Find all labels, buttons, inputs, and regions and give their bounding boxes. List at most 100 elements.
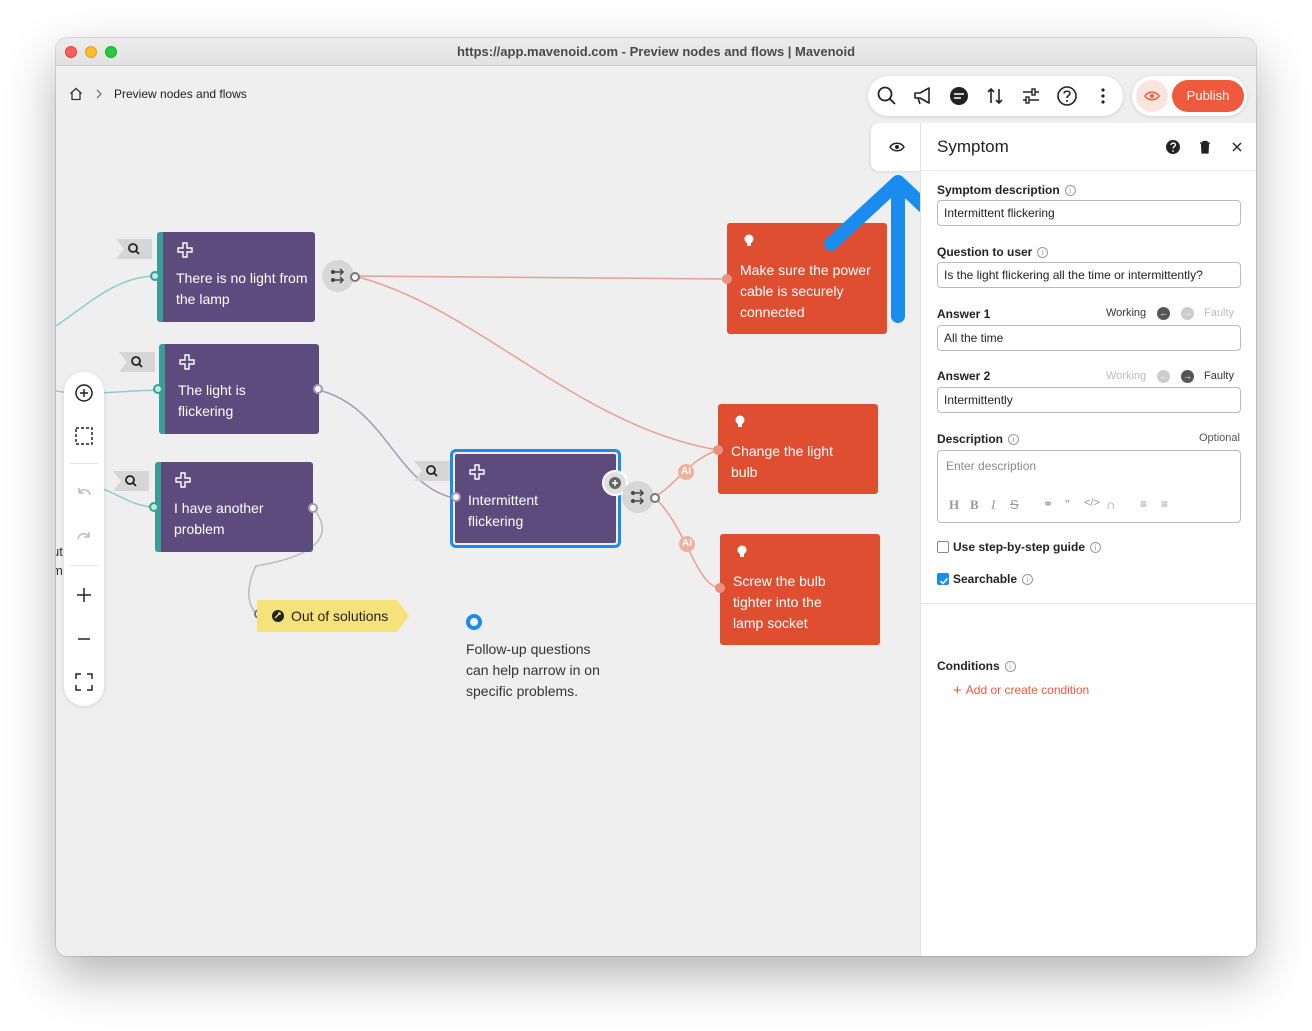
help-icon[interactable] bbox=[1056, 85, 1078, 107]
trash-icon[interactable] bbox=[1197, 139, 1213, 155]
cut-text: ut m bbox=[56, 544, 63, 578]
eye-icon bbox=[889, 142, 905, 152]
out-of-solutions-label: Out of solutions bbox=[291, 608, 389, 624]
description-placeholder: Enter description bbox=[946, 459, 1037, 473]
megaphone-icon[interactable] bbox=[912, 85, 934, 107]
hint-marker[interactable] bbox=[466, 614, 482, 630]
close-icon[interactable] bbox=[1229, 139, 1245, 155]
info-icon[interactable]: i bbox=[1022, 574, 1034, 585]
preview-toggle-tab[interactable] bbox=[871, 123, 920, 171]
question-input[interactable] bbox=[937, 262, 1241, 288]
numbered-list-icon[interactable]: ≡ bbox=[1161, 497, 1168, 511]
symptom-icon bbox=[175, 472, 191, 488]
info-icon[interactable]: i bbox=[1037, 247, 1049, 258]
input-port[interactable] bbox=[150, 271, 160, 281]
help-icon[interactable] bbox=[1165, 139, 1181, 155]
output-port[interactable] bbox=[650, 493, 660, 503]
browser-window: https://app.mavenoid.com - Preview nodes… bbox=[56, 38, 1256, 956]
undo-icon[interactable] bbox=[74, 484, 94, 504]
search-tag-icon[interactable] bbox=[119, 352, 155, 372]
heading-format-icon[interactable]: H bbox=[949, 497, 959, 513]
add-condition-link[interactable]: + Add or create condition bbox=[953, 682, 1089, 699]
select-area-icon[interactable] bbox=[74, 426, 94, 446]
description-editor[interactable]: Enter description H B I S ⚭ ” </> ∩ ≡ ≡ bbox=[937, 450, 1241, 523]
code-format-icon[interactable]: </> bbox=[1084, 497, 1100, 509]
symptom-node[interactable]: The light is flickering bbox=[159, 344, 319, 434]
quote-format-icon[interactable]: ” bbox=[1065, 497, 1069, 512]
searchable-checkbox[interactable] bbox=[937, 573, 949, 585]
conditions-label: Conditions i bbox=[937, 659, 1016, 673]
description-label: Description i bbox=[937, 432, 1020, 446]
answer1-working-label: Working bbox=[1106, 307, 1147, 319]
publish-group: Publish bbox=[1132, 76, 1247, 116]
symptom-icon bbox=[469, 464, 485, 480]
canvas-controls bbox=[64, 372, 104, 706]
symptom-panel: Symptom Symptom descriptioni Question to… bbox=[920, 123, 1256, 956]
lightbulb-icon bbox=[735, 415, 745, 427]
bullet-list-icon[interactable]: ≡ bbox=[1140, 497, 1147, 511]
symptom-description-label: Symptom description i bbox=[937, 183, 1076, 197]
search-tag-icon[interactable] bbox=[414, 461, 450, 481]
more-icon[interactable] bbox=[1092, 85, 1114, 107]
redo-icon[interactable] bbox=[74, 528, 94, 548]
symptom-node-selected[interactable]: Intermittent flickering bbox=[455, 454, 616, 543]
answer2-label: Answer 2 bbox=[937, 369, 991, 383]
search-tag-icon[interactable] bbox=[113, 471, 149, 491]
panel-title: Symptom bbox=[937, 137, 1009, 156]
attachment-format-icon[interactable]: ∩ bbox=[1106, 497, 1115, 512]
preview-button[interactable] bbox=[1136, 80, 1168, 112]
ai-badge: AI bbox=[678, 464, 694, 480]
add-node-icon[interactable] bbox=[74, 383, 94, 403]
hint-text: Follow-up questions can help narrow in o… bbox=[466, 641, 600, 699]
question-label: Question to user i bbox=[937, 245, 1049, 259]
info-icon[interactable]: i bbox=[1090, 542, 1102, 553]
symptom-node[interactable]: I have another problem bbox=[155, 462, 313, 552]
step-by-step-label: Use step-by-step guide i bbox=[953, 540, 1102, 554]
answer1-input[interactable] bbox=[937, 325, 1241, 351]
input-port[interactable] bbox=[722, 274, 732, 284]
strikethrough-format-icon[interactable]: S bbox=[1010, 497, 1019, 512]
zoom-out-icon[interactable] bbox=[74, 629, 94, 649]
output-port[interactable] bbox=[313, 384, 323, 394]
symptom-icon bbox=[179, 354, 195, 370]
info-icon[interactable]: i bbox=[1004, 661, 1016, 672]
answer1-faulty-label: Faulty bbox=[1204, 307, 1234, 319]
input-port[interactable] bbox=[153, 384, 163, 394]
info-icon[interactable]: i bbox=[1064, 185, 1076, 196]
input-port[interactable] bbox=[451, 492, 461, 502]
step-by-step-checkbox[interactable] bbox=[937, 541, 949, 553]
info-icon[interactable]: i bbox=[1008, 434, 1020, 445]
sort-icon[interactable] bbox=[984, 85, 1006, 107]
output-port[interactable] bbox=[308, 503, 318, 513]
output-port[interactable] bbox=[350, 272, 360, 282]
flow-canvas[interactable]: Preview nodes and flows ut m There is no… bbox=[56, 66, 920, 956]
chat-icon[interactable] bbox=[948, 85, 970, 107]
input-port[interactable] bbox=[149, 502, 159, 512]
fit-view-icon[interactable] bbox=[74, 672, 94, 692]
arrow-right-icon[interactable]: → bbox=[1181, 370, 1194, 383]
solution-node[interactable]: Screw the bulb tighter into the lamp soc… bbox=[720, 534, 880, 645]
solution-node[interactable]: Make sure the power cable is securely co… bbox=[727, 223, 887, 334]
symptom-node[interactable]: There is no light from the lamp bbox=[157, 232, 315, 322]
symptom-description-input[interactable] bbox=[937, 200, 1241, 226]
bold-format-icon[interactable]: B bbox=[970, 497, 979, 513]
lightbulb-icon bbox=[744, 234, 754, 246]
input-port[interactable] bbox=[713, 445, 723, 455]
arrow-left-icon[interactable]: ← bbox=[1157, 370, 1170, 383]
arrow-right-icon[interactable]: → bbox=[1181, 307, 1194, 320]
search-tag-icon[interactable] bbox=[116, 239, 152, 259]
input-port[interactable] bbox=[715, 583, 725, 593]
link-format-icon[interactable]: ⚭ bbox=[1043, 497, 1053, 511]
publish-button[interactable]: Publish bbox=[1172, 80, 1244, 112]
top-toolbar bbox=[868, 76, 1123, 116]
zoom-in-icon[interactable] bbox=[74, 585, 94, 605]
answer2-input[interactable] bbox=[937, 387, 1241, 413]
sliders-icon[interactable] bbox=[1020, 85, 1042, 107]
arrow-left-icon[interactable]: ← bbox=[1157, 307, 1170, 320]
divider bbox=[921, 603, 1256, 604]
italic-format-icon[interactable]: I bbox=[991, 497, 995, 513]
checkmark-icon bbox=[939, 577, 949, 585]
plus-icon: + bbox=[953, 682, 962, 699]
search-icon[interactable] bbox=[876, 85, 898, 107]
solution-node[interactable]: Change the light bulb bbox=[718, 404, 878, 494]
